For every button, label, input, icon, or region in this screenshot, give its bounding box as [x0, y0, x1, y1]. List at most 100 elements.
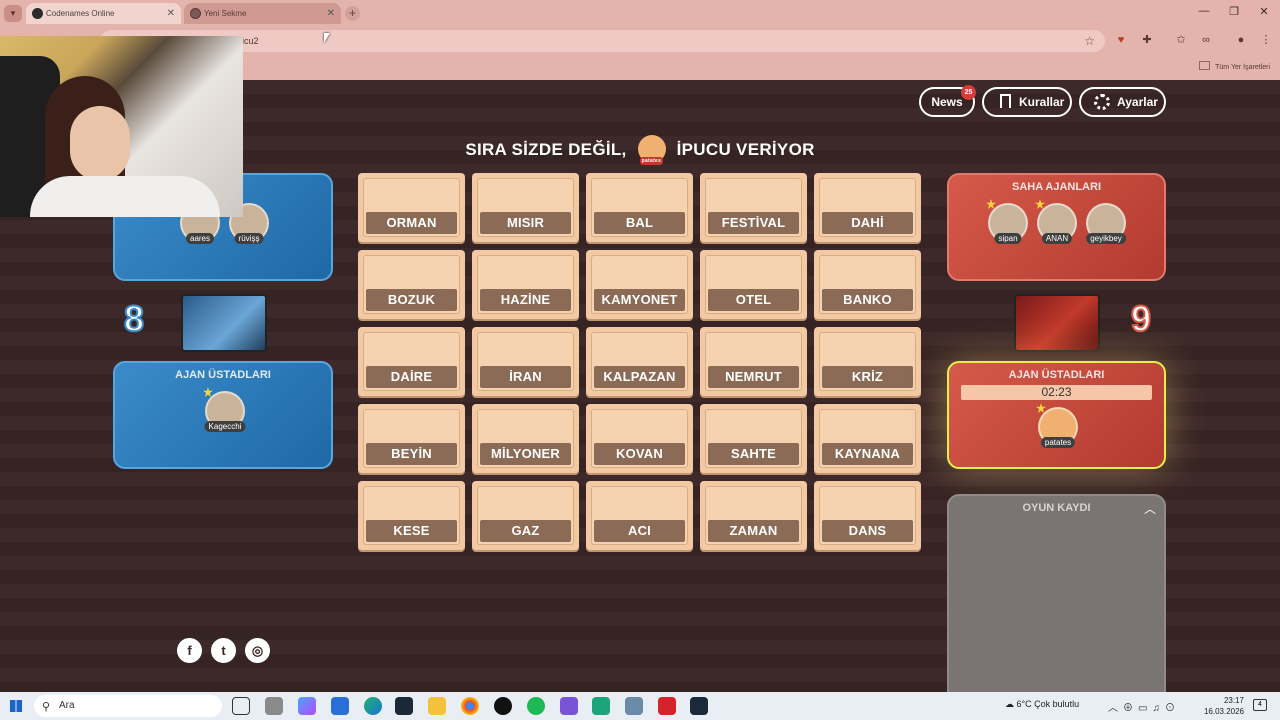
word-card[interactable]: KAYNANA: [814, 404, 921, 473]
tab-search-button[interactable]: ▾: [4, 5, 22, 22]
browser-menu-icon[interactable]: ⋮: [1259, 33, 1273, 47]
player[interactable]: patates: [1034, 403, 1082, 448]
windows-start-icon[interactable]: [10, 700, 22, 712]
word-card[interactable]: BANKO: [814, 250, 921, 319]
card-word: BEYİN: [366, 443, 457, 465]
close-icon[interactable]: ✕: [327, 3, 335, 24]
word-card[interactable]: KESE: [358, 481, 465, 550]
favorites-icon[interactable]: ✩: [1174, 33, 1188, 47]
card-word: KOVAN: [594, 443, 685, 465]
discord-icon[interactable]: [560, 697, 578, 715]
file-explorer-icon[interactable]: [428, 697, 446, 715]
player[interactable]: geyikbey: [1082, 203, 1130, 244]
word-card[interactable]: MISIR: [472, 173, 579, 242]
chevron-up-icon[interactable]: ︿: [1144, 500, 1156, 517]
steam-icon[interactable]: [395, 697, 413, 715]
codenames-favicon-icon: [32, 8, 43, 19]
card-word: BANKO: [822, 289, 913, 311]
app-icon[interactable]: [592, 697, 610, 715]
tab-new[interactable]: Yeni Sekme ✕: [184, 3, 341, 24]
card-word: KESE: [366, 520, 457, 542]
clock-date: 16.03.2026: [1203, 707, 1244, 716]
card-word: ACI: [594, 520, 685, 542]
extension-icon[interactable]: ♥: [1114, 33, 1128, 47]
word-card[interactable]: BOZUK: [358, 250, 465, 319]
card-word: NEMRUT: [708, 366, 799, 388]
tab-label: Codenames Online: [46, 9, 115, 18]
notification-icon[interactable]: 4: [1253, 699, 1267, 711]
instagram-icon[interactable]: ◎: [245, 638, 270, 663]
player-name: rüvişş: [234, 233, 264, 244]
player[interactable]: sipan: [984, 199, 1032, 244]
system-tray[interactable]: ︿⊕▭♫⊙: [1108, 699, 1180, 714]
card-word: DAİRE: [366, 366, 457, 388]
settings-label: Ayarlar: [1117, 95, 1158, 109]
word-card[interactable]: SAHTE: [700, 404, 807, 473]
window-close-icon[interactable]: ✕: [1256, 5, 1272, 18]
blue-agent-card: [181, 294, 267, 352]
all-bookmarks-button[interactable]: Tüm Yer İşaretleri: [1199, 61, 1270, 71]
word-card[interactable]: NEMRUT: [700, 327, 807, 396]
word-card[interactable]: DAHİ: [814, 173, 921, 242]
word-card[interactable]: ORMAN: [358, 173, 465, 242]
taskbar-search[interactable]: ⚲ Ara: [34, 695, 222, 717]
profile-avatar[interactable]: ●: [1234, 33, 1248, 47]
weather-widget[interactable]: ☁ 6°C Çok bulutlu: [1005, 699, 1079, 710]
link-icon[interactable]: ∞: [1199, 33, 1213, 47]
word-card[interactable]: KOVAN: [586, 404, 693, 473]
taskbar-clock[interactable]: 23:17 16.03.2026: [1200, 695, 1244, 717]
browser-tab-bar: ▾ Codenames Online ✕ Yeni Sekme ✕ + — ❐ …: [0, 0, 1280, 27]
settings-button[interactable]: Ayarlar: [1079, 87, 1166, 117]
red-spymasters-panel: AJAN ÜSTADLARI 02:23 patates: [947, 361, 1166, 469]
word-card[interactable]: DAİRE: [358, 327, 465, 396]
word-card[interactable]: KRİZ: [814, 327, 921, 396]
minimize-icon[interactable]: —: [1196, 5, 1212, 17]
tab-codenames[interactable]: Codenames Online ✕: [26, 3, 181, 24]
word-card[interactable]: ACI: [586, 481, 693, 550]
news-button[interactable]: News 25: [919, 85, 976, 117]
word-card[interactable]: DANS: [814, 481, 921, 550]
bookmark-star-icon[interactable]: ☆: [1084, 30, 1095, 52]
player[interactable]: ANAN: [1033, 199, 1081, 244]
app-icon[interactable]: [658, 697, 676, 715]
word-card[interactable]: HAZİNE: [472, 250, 579, 319]
address-bar[interactable]: jicu2 ☆: [100, 30, 1105, 52]
extensions-puzzle-icon[interactable]: ✚: [1140, 33, 1154, 47]
rules-button[interactable]: Kurallar: [982, 87, 1072, 117]
panel-title: AJAN ÜSTADLARI: [1008, 369, 1105, 381]
word-card[interactable]: FESTİVAL: [700, 173, 807, 242]
player[interactable]: Kagecchi: [201, 387, 249, 432]
card-word: KALPAZAN: [594, 366, 685, 388]
blue-score: 8: [123, 297, 145, 340]
avatar: patates: [637, 135, 666, 165]
widgets-icon[interactable]: [265, 697, 283, 715]
mail-icon[interactable]: [331, 697, 349, 715]
word-card[interactable]: MİLYONER: [472, 404, 579, 473]
restore-icon[interactable]: ❐: [1226, 5, 1242, 18]
card-word: MİLYONER: [480, 443, 571, 465]
facebook-icon[interactable]: f: [177, 638, 202, 663]
tiktok-icon[interactable]: [494, 697, 512, 715]
app-icon[interactable]: [625, 697, 643, 715]
word-card[interactable]: BEYİN: [358, 404, 465, 473]
task-view-icon[interactable]: [232, 697, 250, 715]
player-name: Kagecchi: [204, 421, 246, 432]
edge-icon[interactable]: [364, 697, 382, 715]
word-card[interactable]: GAZ: [472, 481, 579, 550]
card-word: KAYNANA: [822, 443, 913, 465]
new-tab-button[interactable]: +: [345, 6, 360, 21]
card-word: İRAN: [480, 366, 571, 388]
word-card[interactable]: İRAN: [472, 327, 579, 396]
copilot-icon[interactable]: [298, 697, 316, 715]
close-icon[interactable]: ✕: [167, 3, 175, 24]
spotify-icon[interactable]: [527, 697, 545, 715]
card-word: ORMAN: [366, 212, 457, 234]
word-card[interactable]: ZAMAN: [700, 481, 807, 550]
twitter-icon[interactable]: t: [211, 638, 236, 663]
chrome-icon[interactable]: [461, 697, 479, 715]
league-of-legends-icon[interactable]: [690, 697, 708, 715]
word-card[interactable]: BAL: [586, 173, 693, 242]
word-card[interactable]: KAMYONET: [586, 250, 693, 319]
word-card[interactable]: OTEL: [700, 250, 807, 319]
word-card[interactable]: KALPAZAN: [586, 327, 693, 396]
